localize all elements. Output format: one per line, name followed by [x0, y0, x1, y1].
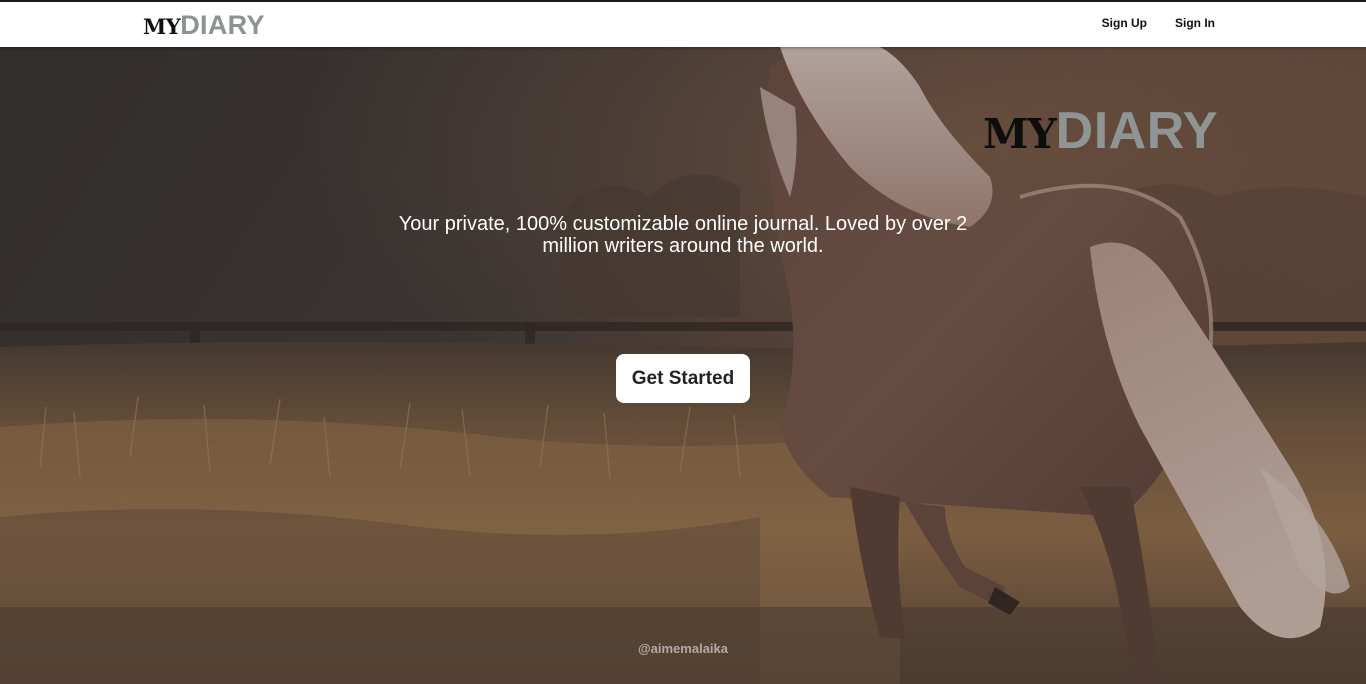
sign-up-link[interactable]: Sign Up: [1102, 16, 1147, 30]
nav-links: Sign Up Sign In: [1102, 16, 1215, 30]
hero-logo: MY DIARY: [983, 101, 1218, 161]
get-started-button[interactable]: Get Started: [616, 354, 750, 403]
hero-logo-diary-text: DIARY: [1055, 102, 1219, 160]
logo-diary-text: DIARY: [180, 10, 265, 40]
photo-credit: @aimemalaika: [637, 641, 728, 656]
hero-logo-my-text: MY: [983, 110, 1057, 158]
hero-section: MY DIARY Your private, 100% customizable…: [0, 47, 1366, 684]
logo-my-text: MY: [143, 14, 181, 39]
brand-logo-link[interactable]: MY DIARY: [143, 10, 265, 40]
top-navbar: MY DIARY Sign Up Sign In: [0, 0, 1366, 47]
sign-in-link[interactable]: Sign In: [1175, 16, 1215, 30]
hero-tagline: Your private, 100% customizable online j…: [398, 213, 968, 257]
